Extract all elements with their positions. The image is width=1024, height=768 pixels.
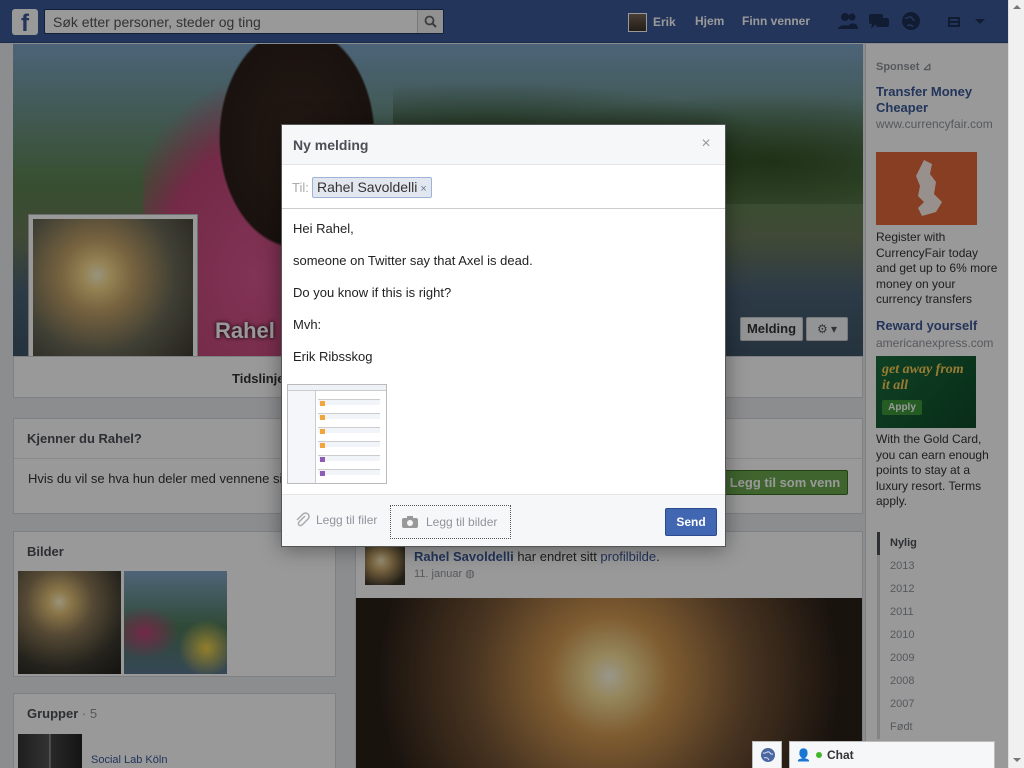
chat-bar[interactable]: 👤 Chat xyxy=(789,741,995,768)
thumb-row xyxy=(318,413,380,419)
add-photos-label: Legg til bilder xyxy=(426,515,498,529)
thumb-row xyxy=(318,455,380,461)
add-files-label: Legg til filer xyxy=(316,513,378,527)
thumb-dot xyxy=(320,429,325,434)
dialog-title: Ny melding xyxy=(293,137,369,153)
thumb-sidebar xyxy=(288,391,316,483)
recipient-name: Rahel Savoldelli xyxy=(317,179,418,195)
send-button[interactable]: Send xyxy=(665,508,717,536)
message-line: Erik Ribsskog xyxy=(293,349,373,364)
thumb-row xyxy=(318,441,380,447)
online-status-dot xyxy=(815,752,822,758)
message-line: Mvh: xyxy=(293,317,322,332)
message-line: someone on Twitter say that Axel is dead… xyxy=(293,253,533,268)
camera-icon xyxy=(402,516,418,528)
close-icon[interactable]: × xyxy=(699,136,713,152)
scroll-up-arrow-icon[interactable] xyxy=(1012,2,1022,12)
attached-screenshot-thumbnail[interactable] xyxy=(287,384,387,484)
message-body[interactable]: Hei Rahel, someone on Twitter say that A… xyxy=(282,210,725,493)
thumb-dot xyxy=(320,443,325,448)
recipient-token[interactable]: Rahel Savoldelli × xyxy=(312,177,432,198)
thumb-row xyxy=(318,399,380,405)
dialog-footer: Legg til filer Legg til bilder Send xyxy=(282,494,725,546)
paperclip-icon xyxy=(296,512,310,527)
chat-options-button[interactable] xyxy=(752,741,782,768)
chat-user-icon: 👤 xyxy=(796,748,811,762)
thumb-dot xyxy=(320,471,325,476)
page-scrollbar[interactable] xyxy=(1008,0,1024,768)
scroll-down-arrow-icon[interactable] xyxy=(1012,755,1022,765)
recipient-row[interactable]: Til: Rahel Savoldelli × xyxy=(282,166,725,209)
thumb-dot xyxy=(320,415,325,420)
thumb-dot xyxy=(320,457,325,462)
chat-label: Chat xyxy=(826,748,854,762)
to-label: Til: xyxy=(292,180,309,195)
thumb-dot xyxy=(320,401,325,406)
dialog-header: Ny melding × xyxy=(282,125,725,165)
message-line: Hei Rahel, xyxy=(293,221,354,236)
message-line: Do you know if this is right? xyxy=(293,285,452,300)
remove-recipient-icon[interactable]: × xyxy=(420,183,426,195)
new-message-dialog: Ny melding × Til: Rahel Savoldelli × Hei … xyxy=(281,124,726,547)
add-files-button[interactable]: Legg til filer xyxy=(294,512,377,528)
thumb-row xyxy=(318,469,380,475)
add-photos-button[interactable]: Legg til bilder xyxy=(390,505,511,539)
globe-icon xyxy=(761,748,775,762)
thumb-row xyxy=(318,427,380,433)
